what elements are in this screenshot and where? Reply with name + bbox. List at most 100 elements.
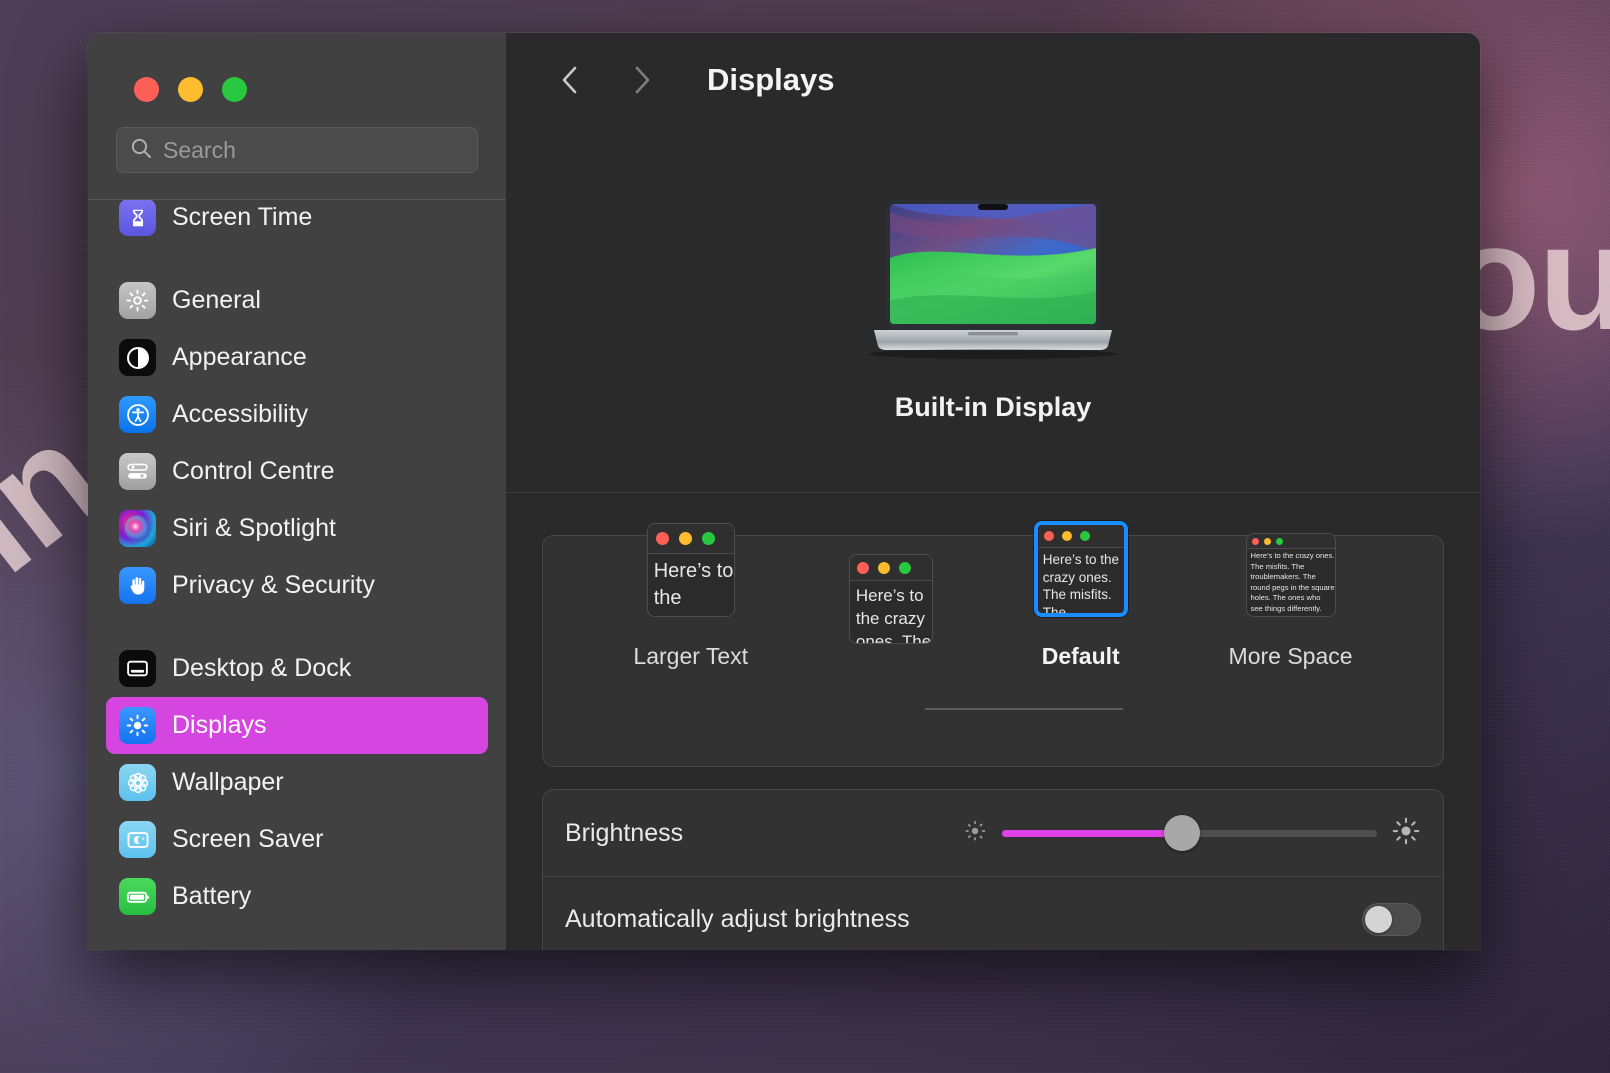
sidebar-item-siri-spotlight[interactable]: Siri & Spotlight [106, 500, 488, 557]
forward-button[interactable] [613, 51, 671, 109]
sliders-icon [119, 453, 156, 490]
brightness-card: Brightness [542, 789, 1444, 950]
preview-text: Here’s to the crazy ones. The misfits. T… [1038, 548, 1124, 614]
sidebar-item-label: Screen Saver [172, 825, 323, 854]
brightness-low-icon [962, 818, 988, 849]
brightness-sun-icon [119, 707, 156, 744]
auto-brightness-row: Automatically adjust brightness [543, 876, 1443, 950]
resolution-preview: Here’s to the crazy ones. The misfits. T… [849, 554, 933, 644]
sidebar-item-label: Siri & Spotlight [172, 514, 336, 543]
sidebar-item-displays[interactable]: Displays [106, 697, 488, 754]
brightness-slider-knob[interactable] [1164, 815, 1200, 851]
gear-icon [119, 282, 156, 319]
desktop-wallpaper: ou in [0, 0, 1610, 1073]
sidebar-item-screen-time[interactable]: Screen Time [106, 199, 488, 246]
resolution-preview: Here’s to the crazy ones. The misfits. T… [1246, 533, 1336, 617]
preview-dot-red [857, 562, 869, 574]
sidebar-item-label: Desktop & Dock [172, 654, 351, 683]
sidebar-group-display: Desktop & Dock Displays [88, 640, 506, 925]
display-hero: Built-in Display [506, 126, 1480, 493]
contrast-circle-icon [119, 339, 156, 376]
auto-brightness-label: Automatically adjust brightness [565, 905, 910, 934]
sidebar-item-label: Wallpaper [172, 768, 284, 797]
maximize-window-button[interactable] [222, 77, 247, 102]
accessibility-person-icon [119, 396, 156, 433]
sidebar-item-privacy-security[interactable]: Privacy & Security [106, 557, 488, 614]
resolution-option-larger-text[interactable]: Here’s to the crazy ones. The misfits. T… [633, 523, 748, 670]
window-dock-icon [119, 650, 156, 687]
resolution-label: Default [1042, 643, 1120, 670]
auto-brightness-toggle[interactable] [1362, 903, 1421, 936]
preview-dot-yellow [679, 532, 692, 545]
sidebar-item-label: Screen Time [172, 203, 312, 232]
sidebar-scroll-area[interactable]: Screen Time General [88, 199, 506, 950]
sidebar-item-control-centre[interactable]: Control Centre [106, 443, 488, 500]
preview-dot-red [1044, 531, 1054, 541]
preview-text: Here’s to the crazy ones. The misfits. T… [850, 581, 932, 644]
toolbar: Displays [506, 33, 1480, 126]
preview-dot-green [1080, 531, 1090, 541]
display-name: Built-in Display [895, 392, 1092, 423]
sidebar-item-label: Displays [172, 711, 266, 740]
macbook-illustration [868, 196, 1118, 364]
preview-text: Here’s to the crazy ones. The misfits. T… [1247, 549, 1335, 616]
preview-dot-yellow [878, 562, 890, 574]
brightness-slider-fill [1002, 830, 1182, 837]
sidebar-item-desktop-dock[interactable]: Desktop & Dock [106, 640, 488, 697]
resolution-option-more-space[interactable]: Here’s to the crazy ones. The misfits. T… [1229, 533, 1353, 670]
sidebar-group-system: General Appearance [88, 272, 506, 614]
preview-dot-yellow [1264, 538, 1271, 545]
minimize-window-button[interactable] [178, 77, 203, 102]
resolution-card: Here’s to the crazy ones. The misfits. T… [542, 535, 1444, 767]
page-title: Displays [707, 62, 835, 98]
traffic-lights [88, 33, 506, 102]
resolution-preview: Here’s to the crazy ones. The misfits. T… [647, 523, 735, 617]
brightness-label: Brightness [565, 819, 683, 848]
brightness-slider-track[interactable] [1002, 830, 1377, 837]
sidebar-item-appearance[interactable]: Appearance [106, 329, 488, 386]
toggle-knob [1365, 906, 1392, 933]
preview-dot-red [656, 532, 669, 545]
sidebar-item-screen-saver[interactable]: Screen Saver [106, 811, 488, 868]
search-container [88, 102, 506, 173]
siri-orb-icon [119, 510, 156, 547]
sidebar-item-battery[interactable]: Battery [106, 868, 488, 925]
search-box[interactable] [116, 127, 478, 173]
preview-dot-yellow [1062, 531, 1072, 541]
hand-icon [119, 567, 156, 604]
sidebar-group-screentime: Screen Time [88, 199, 506, 246]
sidebar-item-wallpaper[interactable]: Wallpaper [106, 754, 488, 811]
brightness-slider-group[interactable] [962, 816, 1421, 851]
preview-dot-red [1252, 538, 1259, 545]
system-settings-window: Screen Time General [88, 33, 1480, 950]
sidebar-item-general[interactable]: General [106, 272, 488, 329]
preview-dot-green [1276, 538, 1283, 545]
resolution-label: More Space [1229, 643, 1353, 670]
resolution-label: Larger Text [633, 643, 748, 670]
preview-dot-green [899, 562, 911, 574]
preview-dot-green [702, 532, 715, 545]
sidebar-item-label: General [172, 286, 261, 315]
detail-scroll-area[interactable]: Built-in Display [506, 126, 1480, 950]
resolution-options: Here’s to the crazy ones. The misfits. T… [543, 554, 1443, 670]
moon-photo-icon [119, 821, 156, 858]
sidebar-item-accessibility[interactable]: Accessibility [106, 386, 488, 443]
search-icon [129, 136, 153, 165]
resolution-preview-selected: Here’s to the crazy ones. The misfits. T… [1034, 521, 1128, 617]
flower-icon [119, 764, 156, 801]
sidebar-item-label: Battery [172, 882, 251, 911]
sidebar-item-label: Control Centre [172, 457, 335, 486]
sidebar-item-label: Appearance [172, 343, 307, 372]
detail-pane: Displays [506, 33, 1480, 950]
close-window-button[interactable] [134, 77, 159, 102]
resolution-option-large[interactable]: Here’s to the crazy ones. The misfits. T… [849, 554, 933, 670]
sidebar-item-label: Privacy & Security [172, 571, 375, 600]
resolution-connector-line [925, 708, 1123, 710]
search-input[interactable] [163, 137, 465, 164]
preview-text: Here’s to the crazy ones. The misfits. T… [648, 554, 734, 617]
resolution-option-default[interactable]: Here’s to the crazy ones. The misfits. T… [1034, 521, 1128, 670]
sidebar-divider-1 [88, 246, 506, 272]
battery-icon [119, 878, 156, 915]
back-button[interactable] [541, 51, 599, 109]
sidebar-item-label: Accessibility [172, 400, 308, 429]
